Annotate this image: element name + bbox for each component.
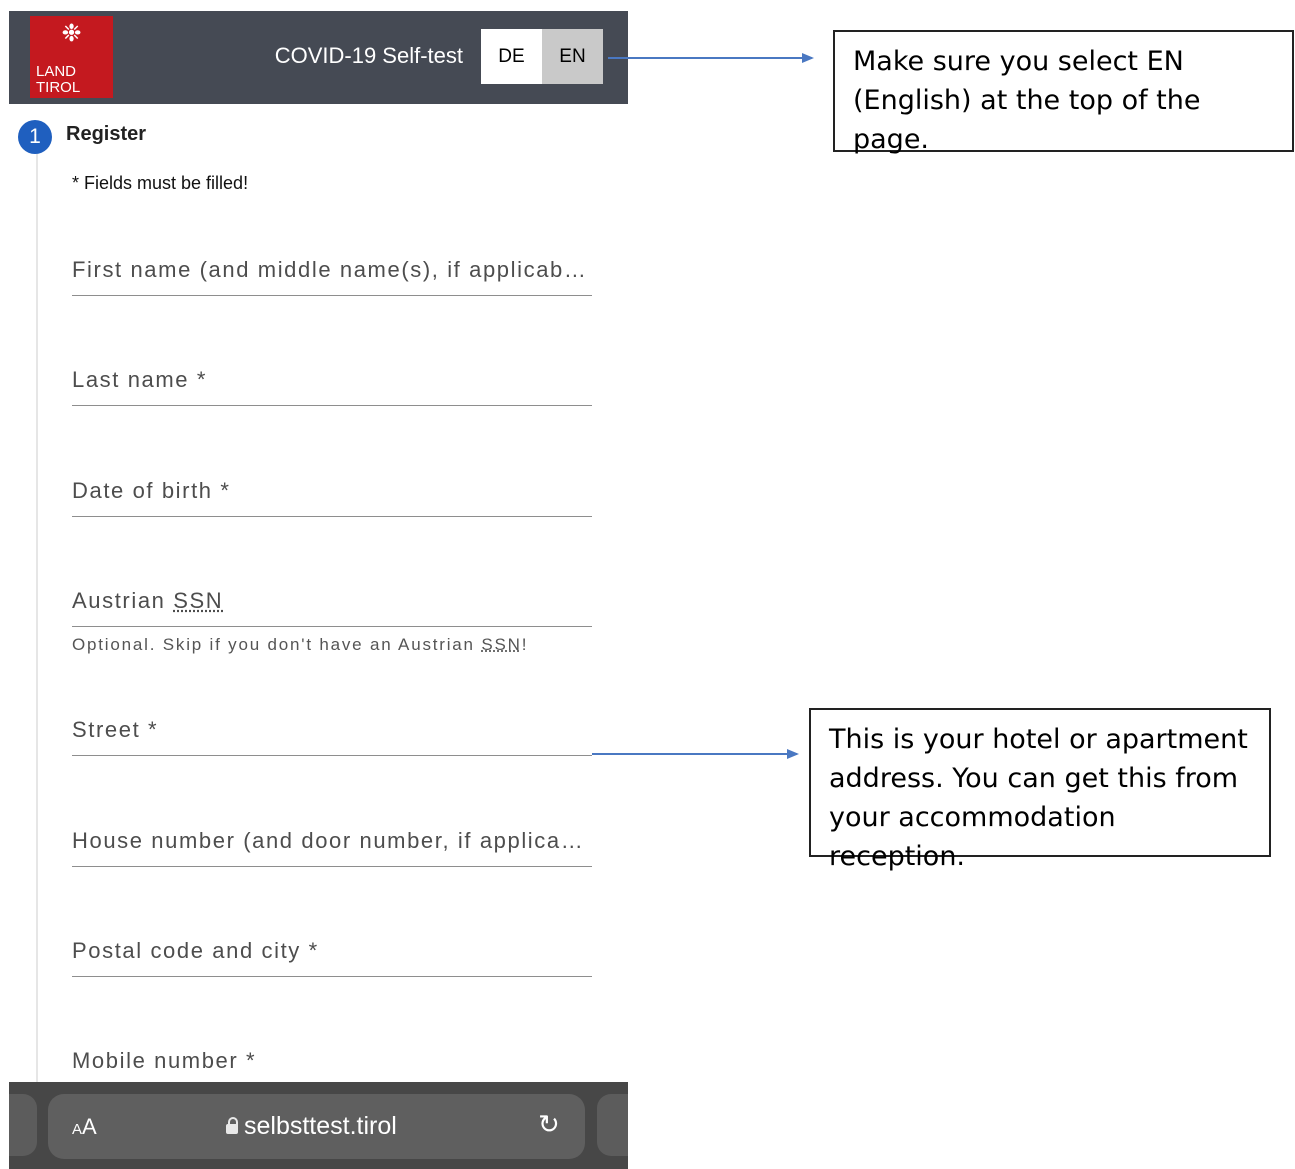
step-label: Register: [66, 123, 147, 145]
street-placeholder: Street *: [72, 717, 159, 742]
app-header: ❉ LAND TIROL COVID-19 Self-test DE EN: [9, 11, 628, 104]
lock-icon: [226, 1116, 238, 1134]
address-bar[interactable]: AA selbsttest.tirol ↻: [48, 1094, 585, 1159]
reload-icon[interactable]: ↻: [538, 1110, 560, 1140]
text-size-button[interactable]: AA: [72, 1114, 97, 1140]
language-arrow: [608, 53, 814, 63]
last-name-field[interactable]: Last name *: [72, 355, 592, 406]
eagle-icon: ❉: [61, 19, 82, 47]
mobile-number-field[interactable]: Mobile number *: [72, 1036, 592, 1087]
austrian-ssn-field[interactable]: Austrian SSN: [72, 576, 592, 627]
postal-code-city-placeholder: Postal code and city *: [72, 938, 319, 963]
ssn-abbreviation: SSN: [173, 588, 224, 613]
first-name-placeholder: First name (and middle name(s), if appli…: [72, 257, 592, 282]
url-text: selbsttest.tirol: [244, 1112, 397, 1140]
last-name-placeholder: Last name *: [72, 367, 208, 392]
house-number-field[interactable]: House number (and door number, if applic…: [72, 816, 592, 867]
postal-code-city-field[interactable]: Postal code and city *: [72, 926, 592, 977]
ssn-hint-abbreviation: SSN: [481, 635, 522, 654]
date-of-birth-field[interactable]: Date of birth *: [72, 466, 592, 517]
logo-line-1: LAND: [36, 63, 77, 80]
logo-line-2: TIROL: [36, 79, 81, 96]
previous-tab[interactable]: [9, 1094, 37, 1156]
address-tip-callout: This is your hotel or apartment address.…: [809, 708, 1271, 872]
mobile-number-placeholder: Mobile number *: [72, 1048, 257, 1073]
language-tip-callout: Make sure you select EN (English) at the…: [833, 30, 1294, 155]
language-de-button[interactable]: DE: [481, 29, 542, 84]
stepper-line: [36, 149, 38, 1089]
browser-toolbar: AA selbsttest.tirol ↻: [9, 1082, 628, 1169]
date-of-birth-placeholder: Date of birth *: [72, 478, 231, 503]
app-title: COVID-19 Self-test: [274, 43, 463, 68]
required-fields-note: * Fields must be filled!: [72, 173, 249, 193]
land-tirol-logo[interactable]: ❉ LAND TIROL: [30, 16, 113, 98]
phone-screen: ❉ LAND TIROL COVID-19 Self-test DE EN 1 …: [9, 11, 628, 1169]
ssn-hint-prefix: Optional. Skip if you don't have an Aust…: [72, 635, 482, 654]
first-name-field[interactable]: First name (and middle name(s), if appli…: [72, 245, 592, 296]
text-size-large-a: A: [82, 1114, 97, 1139]
austrian-ssn-placeholder: Austrian SSN: [72, 588, 592, 614]
address-arrow: [592, 749, 799, 759]
text-size-small-a: A: [72, 1121, 83, 1138]
ssn-hint-suffix: !: [521, 635, 529, 654]
url-display[interactable]: selbsttest.tirol: [226, 1112, 397, 1141]
language-en-button[interactable]: EN: [542, 29, 603, 84]
step-number-badge: 1: [18, 120, 52, 154]
house-number-placeholder: House number (and door number, if applic…: [72, 828, 592, 853]
street-field[interactable]: Street *: [72, 705, 592, 756]
ssn-placeholder-prefix: Austrian: [72, 588, 174, 613]
ssn-hint: Optional. Skip if you don't have an Aust…: [72, 635, 528, 655]
next-tab[interactable]: [597, 1094, 628, 1156]
